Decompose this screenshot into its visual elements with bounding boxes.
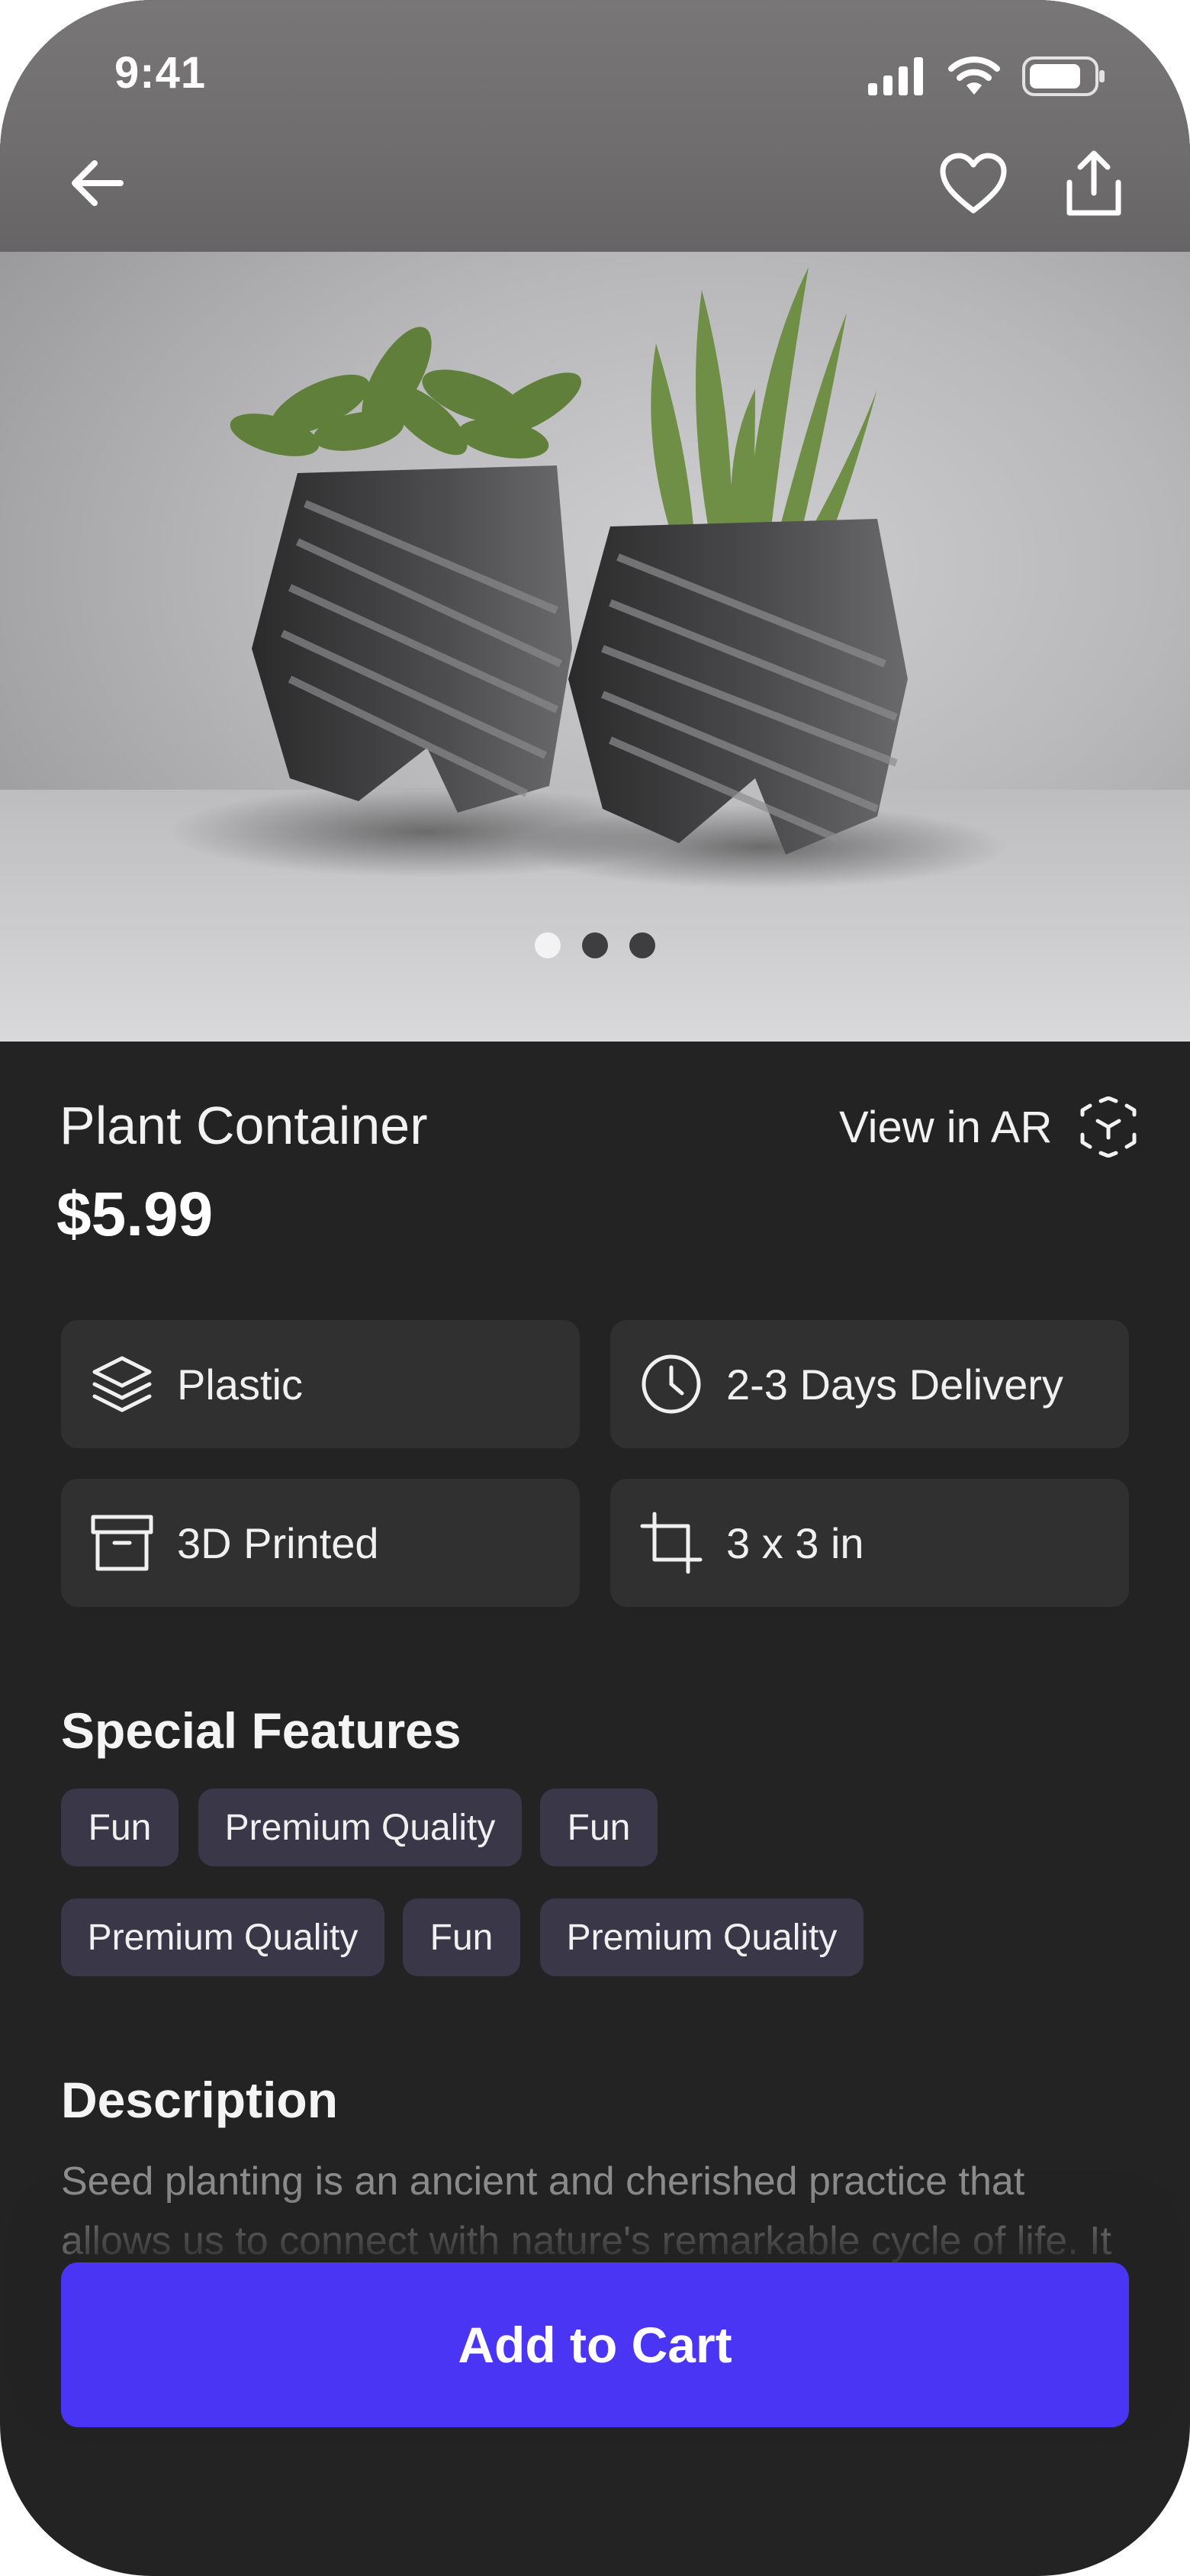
carousel-dot[interactable] bbox=[629, 932, 655, 958]
carousel-dots bbox=[0, 932, 1190, 958]
spec-label: 3D Printed bbox=[177, 1518, 379, 1567]
status-icons bbox=[868, 56, 1106, 96]
top-bar: 9:41 bbox=[0, 0, 1190, 252]
signal-icon bbox=[868, 57, 923, 95]
spec-label: 2-3 Days Delivery bbox=[726, 1360, 1063, 1409]
view-in-ar-button[interactable]: View in AR bbox=[839, 1093, 1137, 1161]
spec-card-delivery: 2-3 Days Delivery bbox=[610, 1320, 1129, 1448]
view-in-ar-label: View in AR bbox=[839, 1102, 1053, 1152]
battery-icon bbox=[1022, 56, 1105, 96]
layers-icon bbox=[84, 1346, 160, 1422]
back-button[interactable] bbox=[60, 145, 136, 221]
wifi-icon bbox=[948, 56, 1000, 95]
description-text: Seed planting is an ancient and cherishe… bbox=[61, 2159, 1111, 2263]
status-time: 9:41 bbox=[114, 48, 207, 98]
feature-tag[interactable]: Premium Quality bbox=[540, 1898, 864, 1976]
product-image[interactable] bbox=[0, 252, 1190, 1042]
spec-label: Plastic bbox=[177, 1360, 303, 1409]
product-price: $5.99 bbox=[56, 1180, 214, 1249]
crop-icon bbox=[633, 1505, 709, 1581]
share-button[interactable] bbox=[1056, 145, 1132, 221]
favorite-button[interactable] bbox=[935, 145, 1011, 221]
archive-box-icon bbox=[84, 1505, 160, 1581]
clock-icon bbox=[633, 1346, 709, 1422]
carousel-dot[interactable] bbox=[582, 932, 608, 958]
spec-label: 3 x 3 in bbox=[726, 1518, 864, 1567]
arrow-left-icon bbox=[72, 160, 124, 206]
heart-icon bbox=[940, 153, 1007, 214]
feature-tag[interactable]: Premium Quality bbox=[61, 1898, 384, 1976]
add-to-cart-button[interactable]: Add to Cart bbox=[61, 2262, 1129, 2427]
spec-card-process: 3D Printed bbox=[61, 1479, 580, 1607]
ar-cube-icon bbox=[1080, 1096, 1137, 1158]
spec-card-size: 3 x 3 in bbox=[610, 1479, 1129, 1607]
special-features-title: Special Features bbox=[61, 1702, 462, 1759]
carousel-dot[interactable] bbox=[535, 932, 561, 958]
description-title: Description bbox=[61, 2072, 339, 2128]
feature-tag[interactable]: Fun bbox=[403, 1898, 520, 1976]
plant-pots-illustration bbox=[168, 267, 1007, 889]
spec-card-material: Plastic bbox=[61, 1320, 580, 1448]
product-name: Plant Container bbox=[60, 1096, 428, 1155]
feature-tag[interactable]: Fun bbox=[540, 1789, 658, 1866]
phone-screen: 9:41 Plant Container $5.99 View in AR Pl… bbox=[0, 0, 1190, 2576]
feature-tag[interactable]: Fun bbox=[61, 1789, 178, 1866]
feature-tag[interactable]: Premium Quality bbox=[198, 1789, 522, 1866]
share-icon bbox=[1066, 150, 1121, 216]
